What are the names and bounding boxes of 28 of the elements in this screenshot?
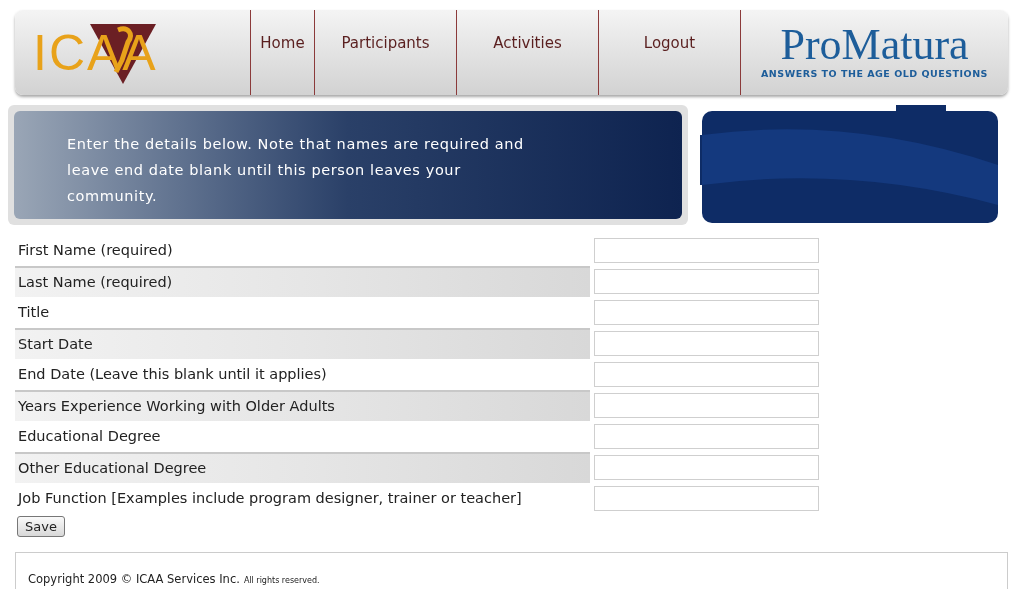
text-input[interactable]	[594, 393, 819, 418]
field-label: Years Experience Working with Older Adults	[15, 390, 590, 421]
text-input[interactable]	[594, 424, 819, 449]
text-input[interactable]	[594, 362, 819, 387]
nav-link[interactable]: Home	[250, 10, 314, 95]
rights-text: All rights reserved.	[243, 575, 320, 587]
field-label: Title	[17, 302, 51, 322]
partner-logo-text: ProMatura	[780, 23, 969, 68]
nav-link[interactable]: Activities	[456, 10, 598, 95]
intro-text: Enter the details below. Note that names are required and leave end date blank until this person leaves your community.	[67, 135, 525, 206]
field-label: End Date (Leave this blank until it applies)	[17, 364, 328, 384]
nav-link[interactable]: Participants	[314, 10, 456, 95]
text-input[interactable]	[594, 238, 819, 263]
field-label: Last Name (required)	[15, 266, 590, 297]
partner-tagline: ANSWERS TO THE AGE OLD QUESTIONS	[761, 67, 988, 82]
text-input[interactable]	[594, 331, 819, 356]
field-label: Start Date	[15, 328, 590, 359]
field-label: First Name (required)	[17, 240, 174, 260]
nav-link[interactable]: Logout	[598, 10, 740, 95]
field-label: Other Educational Degree	[15, 452, 590, 483]
text-input[interactable]	[594, 455, 819, 480]
field-label: Educational Degree	[17, 426, 162, 446]
save-button[interactable]: Save	[17, 516, 65, 537]
text-input[interactable]	[594, 269, 819, 294]
text-input[interactable]	[594, 486, 819, 511]
field-label: Job Function [Examples include program designer, trainer or teacher]	[16, 488, 523, 508]
text-input[interactable]	[594, 300, 819, 325]
copyright-text: Copyright 2009 © ICAA Services Inc.	[28, 571, 240, 588]
